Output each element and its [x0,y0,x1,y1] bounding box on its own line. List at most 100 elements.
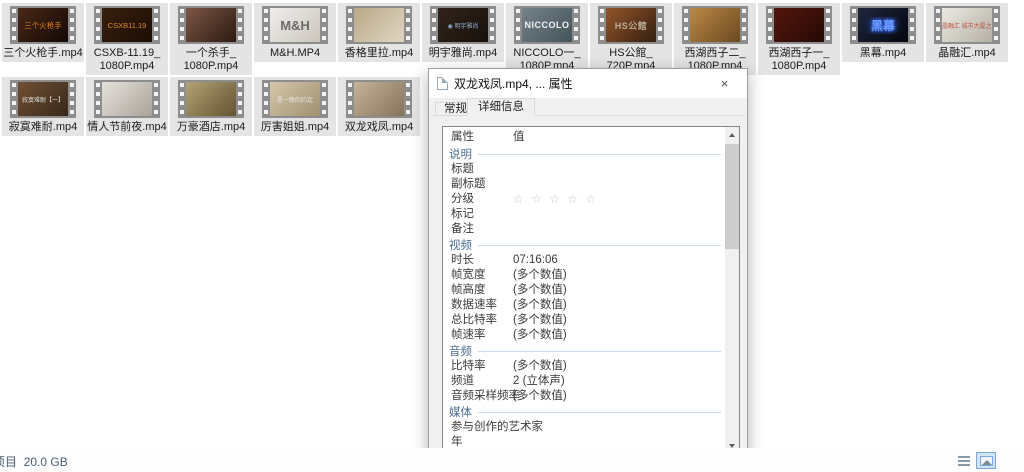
file-item[interactable]: 黑幕黑幕.mp4 [842,3,924,62]
file-item[interactable]: 双龙戏凤.mp4 [338,77,420,136]
property-value: (多个数值) [513,313,725,328]
video-thumbnail: 寂寞难耐【一】 [10,80,76,118]
close-button[interactable]: × [702,69,747,98]
file-item[interactable]: M&HM&H.MP4 [254,3,336,62]
video-thumbnail: CSXB11.19 [94,6,160,44]
file-label: 一个杀手_ 1080P.mp4 [184,47,239,73]
thumbnail-image [102,82,152,116]
column-headers: 属性 值 [443,129,725,146]
video-thumbnail [346,80,412,118]
file-item[interactable]: 西湖西子一_ 1080P.mp4 [758,3,840,75]
file-item[interactable]: NICCOLONICCOLO一_ 1080P.mp4 [506,3,588,75]
video-thumbnail: M&H [262,6,328,44]
filmstrip-holes [515,8,521,42]
filmstrip-holes [321,8,327,42]
property-row: 时长07:16:06 [443,253,725,268]
filmstrip-holes [489,8,495,42]
section-header: 媒体 [443,404,725,420]
thumbnail-image: 寂寞难耐【一】 [18,82,68,116]
file-item[interactable]: 西湖西子二_ 1080P.mp4 [674,3,756,75]
thumbnail-overlay-text: NICCOLO [522,20,572,30]
filmstrip-holes [237,82,243,116]
property-label: 时长 [443,253,513,268]
details-view-button[interactable] [954,452,974,469]
filmstrip-holes [657,8,663,42]
status-bar: 项目 20.0 GB [0,448,1024,472]
file-item[interactable]: ◉ 明宇雅尚明宇雅尚.mp4 [422,3,504,62]
thumbnail-overlay-text: ◉ 明宇雅尚 [438,21,488,30]
property-list-body: 属性 值 说明标题副标题分级☆ ☆ ☆ ☆ ☆标记备注视频时长07:16:06帧… [443,129,725,450]
scrollbar[interactable] [725,127,739,453]
explorer-window: 三个火枪手三个火枪手.mp4CSXB11.19CSXB-11.19_ 1080P… [0,0,1024,472]
thumbnail-image [354,8,404,42]
file-label: 黑幕.mp4 [860,47,906,60]
filmstrip-holes [347,8,353,42]
thumbnail-overlay-text: 三个火枪手 [18,20,68,31]
video-thumbnail: 黑幕 [850,6,916,44]
file-item[interactable]: CSXB11.19CSXB-11.19_ 1080P.mp4 [86,3,168,75]
thumbnail-image [186,8,236,42]
section-divider [478,154,721,155]
video-thumbnail: NICCOLO [514,6,580,44]
file-item[interactable]: 情人节前夜.mp4 [86,77,168,136]
thumbnail-view-button[interactable] [976,452,996,469]
filmstrip-holes [431,8,437,42]
file-label: 晶融汇.mp4 [938,47,995,60]
property-value: (多个数值) [513,268,725,283]
scroll-thumb[interactable] [725,144,739,249]
file-item[interactable]: 万豪酒店.mp4 [170,77,252,136]
file-icon [437,77,448,90]
file-grid-row-2: 寂寞难耐【一】寂寞难耐.mp4情人节前夜.mp4 万豪酒店.mp4是一晚的约定厉害… [1,77,421,136]
thumbnail-overlay-text: CSXB11.19 [102,21,152,30]
video-thumbnail [682,6,748,44]
section-header: 音频 [443,343,725,359]
dialog-title: 双龙戏凤.mp4, ... 属性 [454,75,573,92]
scroll-up-button[interactable] [725,127,739,142]
thumbnail-image [690,8,740,42]
thumbnail-image: 黑幕 [858,8,908,42]
rating-stars[interactable]: ☆ ☆ ☆ ☆ ☆ [513,192,725,207]
property-value: (多个数值) [513,328,725,343]
section-header-label: 音频 [449,343,472,359]
property-list: 属性 值 说明标题副标题分级☆ ☆ ☆ ☆ ☆标记备注视频时长07:16:06帧… [442,126,740,454]
property-label: 参与创作的艺术家 [443,420,513,435]
property-value [513,420,725,435]
property-label: 标题 [443,162,513,177]
filmstrip-holes [599,8,605,42]
file-label: 明宇雅尚.mp4 [429,47,497,60]
file-item[interactable]: 是一晚的约定厉害姐姐.mp4 [254,77,336,136]
tab-details[interactable]: 详细信息 [467,98,535,116]
property-value [513,222,725,237]
file-item[interactable]: 寂寞难耐【一】寂寞难耐.mp4 [2,77,84,136]
property-row: 参与创作的艺术家 [443,420,725,435]
property-label: 帧高度 [443,283,513,298]
dialog-titlebar[interactable]: 双龙戏凤.mp4, ... 属性 × [429,69,747,98]
property-label: 频道 [443,374,513,389]
file-item[interactable]: 香格里拉.mp4 [338,3,420,62]
file-item[interactable]: 晶融汇 城市大厦之家晶融汇.mp4 [926,3,1008,62]
property-row: 音频采样频率(多个数值) [443,389,725,404]
column-header-property: 属性 [443,129,513,146]
file-grid-row-1: 三个火枪手三个火枪手.mp4CSXB11.19CSXB-11.19_ 1080P… [1,3,1009,75]
filmstrip-holes [263,8,269,42]
file-item[interactable]: 一个杀手_ 1080P.mp4 [170,3,252,75]
property-label: 副标题 [443,177,513,192]
thumbnail-image: 是一晚的约定 [270,82,320,116]
filmstrip-holes [95,82,101,116]
file-label: 情人节前夜.mp4 [87,121,166,134]
section-divider [478,245,721,246]
property-row: 频道2 (立体声) [443,374,725,389]
filmstrip-holes [153,8,159,42]
file-label: 西湖西子一_ 1080P.mp4 [768,47,829,73]
filmstrip-holes [11,82,17,116]
property-label: 数据速率 [443,298,513,313]
file-item[interactable]: HS公館HS公館_ 720P.mp4 [590,3,672,75]
thumbnail-overlay-text: HS公館 [606,19,656,32]
video-thumbnail: 晶融汇 城市大厦之家 [934,6,1000,44]
property-row: 备注 [443,222,725,237]
filmstrip-holes [69,82,75,116]
property-row: 标记 [443,207,725,222]
thumbnail-image: ◉ 明宇雅尚 [438,8,488,42]
file-item[interactable]: 三个火枪手三个火枪手.mp4 [2,3,84,62]
property-row: 分级☆ ☆ ☆ ☆ ☆ [443,192,725,207]
